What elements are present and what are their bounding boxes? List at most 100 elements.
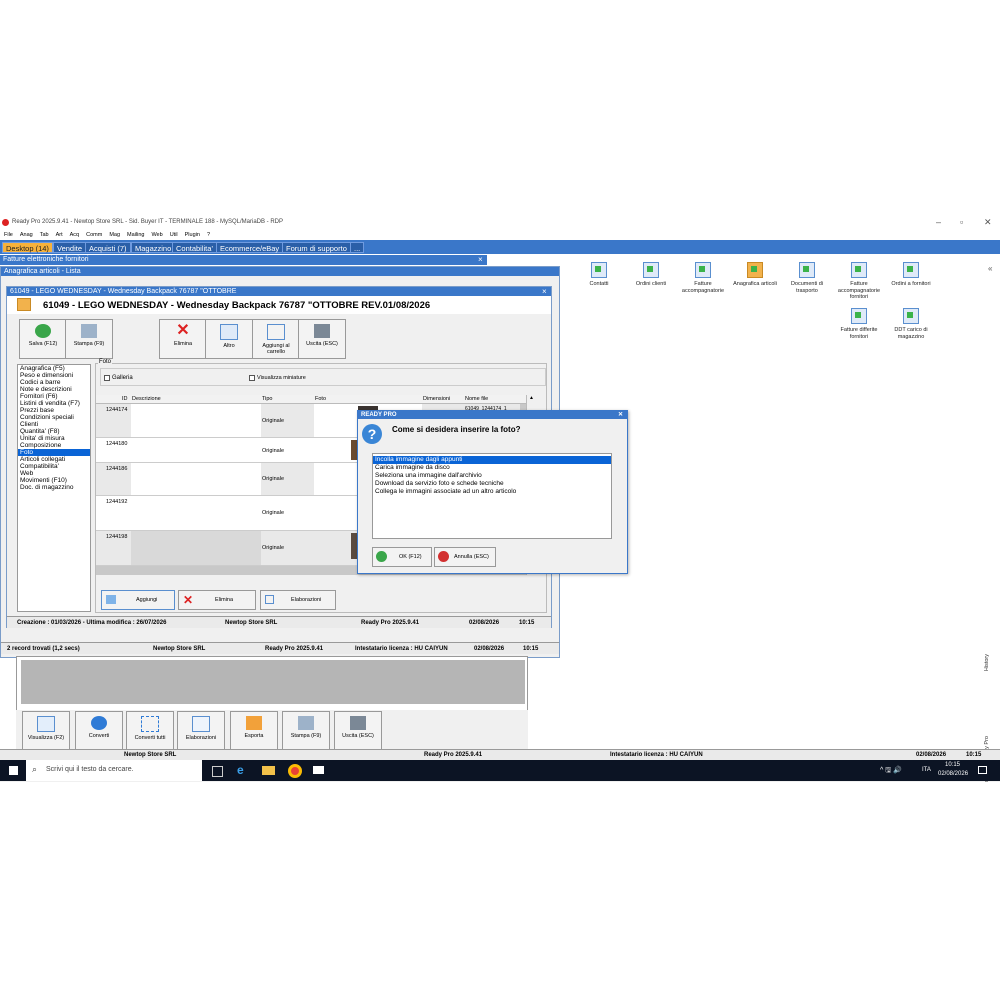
- desktop-icon-fatture-accompagnatorie[interactable]: Fatture accompagnatorie: [680, 262, 726, 294]
- chrome-icon[interactable]: [288, 764, 302, 778]
- windows-start-icon[interactable]: [9, 766, 18, 775]
- contacts-icon: [591, 262, 607, 278]
- desktop-icon-contatti[interactable]: Contatti: [576, 262, 622, 288]
- desktop-icon-documenti-trasporto[interactable]: Documenti di trasporto: [784, 262, 830, 294]
- tab-more[interactable]: ...: [350, 242, 365, 253]
- elimina-button[interactable]: ✕ Elimina: [159, 319, 207, 359]
- system-tray-icons[interactable]: ^ 🖫 🔊: [880, 766, 902, 777]
- nav-item-peso[interactable]: Peso e dimensioni: [18, 372, 90, 379]
- option-load-disk[interactable]: Carica immagine da disco: [373, 464, 611, 472]
- notifications-icon[interactable]: [978, 766, 987, 774]
- tab-contabilita[interactable]: Contabilita': [172, 242, 217, 253]
- task-view-icon[interactable]: [212, 766, 223, 777]
- menu-plugin[interactable]: Plugin: [185, 230, 200, 238]
- nav-item-doc-magazzino[interactable]: Doc. di magazzino: [18, 484, 90, 491]
- nav-item-foto[interactable]: Foto: [18, 449, 90, 456]
- tab-ecommerce[interactable]: Ecommerce/eBay: [216, 242, 284, 253]
- nav-item-quantita[interactable]: Quantita' (F8): [18, 428, 90, 435]
- nav-item-articoli-collegati[interactable]: Articoli collegati: [18, 456, 90, 463]
- desktop-icon-ordini-fornitori[interactable]: Ordini a fornitori: [888, 262, 934, 288]
- dialog-close-button[interactable]: ✕: [618, 411, 623, 419]
- printer-icon: [81, 324, 97, 338]
- delete-x-icon: ✕: [176, 322, 190, 339]
- option-link-other-article[interactable]: Collega le immagini associate ad un altr…: [373, 488, 611, 496]
- desktop-icon-anagrafica-articoli[interactable]: Anagrafica articoli: [732, 262, 778, 288]
- maximize-button[interactable]: ▫: [960, 217, 963, 227]
- taskbar-time[interactable]: 10:15: [945, 762, 960, 768]
- fatture-window-titlebar: Fatture elettroniche fornitori ×: [0, 255, 487, 265]
- nav-item-condizioni[interactable]: Condizioni speciali: [18, 414, 90, 421]
- cancel-icon: [438, 551, 449, 562]
- minimize-button[interactable]: –: [936, 217, 941, 227]
- menu-help[interactable]: ?: [207, 230, 210, 238]
- tab-vendite[interactable]: Vendite: [53, 242, 87, 253]
- miniature-checkbox[interactable]: [249, 375, 255, 381]
- mail-icon[interactable]: [313, 766, 324, 774]
- aggiungi-foto-button[interactable]: Aggiungi: [101, 590, 175, 610]
- menu-art[interactable]: Art: [56, 230, 63, 238]
- menu-tab[interactable]: Tab: [40, 230, 49, 238]
- nav-item-composizione[interactable]: Composizione: [18, 442, 90, 449]
- stampa-list-button[interactable]: Stampa (F9): [282, 711, 330, 751]
- tab-desktop[interactable]: Desktop (14): [2, 242, 53, 253]
- converti-button[interactable]: Converti: [75, 711, 123, 751]
- desktop-icon-ordini-clienti[interactable]: Ordini clienti: [628, 262, 674, 288]
- nav-item-clienti[interactable]: Clienti: [18, 421, 90, 428]
- nav-item-prezzi[interactable]: Prezzi base: [18, 407, 90, 414]
- converti-tutti-button[interactable]: Converti tutti: [126, 711, 174, 751]
- option-select-archive[interactable]: Seleziona una immagine dall'archivio: [373, 472, 611, 480]
- uscita-list-button[interactable]: Uscita (ESC): [334, 711, 382, 751]
- elaborazioni-button[interactable]: Elaborazioni: [177, 711, 225, 751]
- menu-mailing[interactable]: Mailing: [127, 230, 144, 238]
- close-button[interactable]: ✕: [984, 217, 992, 228]
- taskbar-search[interactable]: ⌕ Scrivi qui il testo da cercare.: [26, 760, 202, 781]
- galleria-checkbox[interactable]: [104, 375, 110, 381]
- esporta-button[interactable]: Esporta: [230, 711, 278, 751]
- desktop-icon-fatture-fornitori[interactable]: Fatture accompagnatorie fornitori: [836, 262, 882, 301]
- fatture-close-button[interactable]: ×: [478, 255, 483, 264]
- option-download-service[interactable]: Download da servizio foto e schede tecni…: [373, 480, 611, 488]
- stampa-button[interactable]: Stampa (F9): [65, 319, 113, 359]
- menu-mag[interactable]: Mag: [109, 230, 120, 238]
- menu-util[interactable]: Util: [170, 230, 178, 238]
- collapse-panel-button[interactable]: «: [988, 264, 992, 273]
- scroll-up-icon[interactable]: ▲: [529, 395, 534, 401]
- option-paste-clipboard[interactable]: Incolla immagine dagli appunti: [373, 456, 611, 464]
- edge-icon[interactable]: e: [237, 764, 250, 777]
- tab-forum[interactable]: Forum di supporto: [282, 242, 351, 253]
- menu-web[interactable]: Web: [151, 230, 162, 238]
- history-tab[interactable]: History: [984, 654, 994, 671]
- uscita-button[interactable]: Uscita (ESC): [298, 319, 346, 359]
- menu-file[interactable]: File: [4, 230, 13, 238]
- elaborazioni-foto-button[interactable]: Elaborazioni: [260, 590, 336, 610]
- tab-acquisti[interactable]: Acquisti (7): [85, 242, 131, 253]
- nav-item-fornitori[interactable]: Fornitori (F6): [18, 393, 90, 400]
- nav-item-codici[interactable]: Codici a barre: [18, 379, 90, 386]
- nav-item-compatibilita[interactable]: Compatibilita': [18, 463, 90, 470]
- desktop-icon-fatture-differite[interactable]: Fatture differite fornitori: [836, 308, 882, 340]
- tab-magazzino[interactable]: Magazzino: [131, 242, 176, 253]
- nav-item-web[interactable]: Web: [18, 470, 90, 477]
- nav-item-unita[interactable]: Unita' di misura: [18, 435, 90, 442]
- cancel-button[interactable]: Annulla (ESC): [434, 547, 496, 567]
- altro-button[interactable]: Altro: [205, 319, 253, 359]
- foto-group-label: Foto: [98, 359, 113, 365]
- aggiungi-carrello-button[interactable]: Aggiungi al carrello: [252, 319, 300, 359]
- ok-button[interactable]: OK (F12): [372, 547, 432, 567]
- visualizza-button[interactable]: Visualizza (F2): [22, 711, 70, 751]
- menu-comm[interactable]: Comm: [86, 230, 102, 238]
- menu-bar: File Anag Tab Art Acq Comm Mag Mailing Web Util Pl…: [0, 230, 1000, 240]
- nav-item-note[interactable]: Note e descrizioni: [18, 386, 90, 393]
- nav-item-movimenti[interactable]: Movimenti (F10): [18, 477, 90, 484]
- elimina-foto-button[interactable]: ✕ Elimina: [178, 590, 256, 610]
- file-explorer-icon[interactable]: [262, 766, 275, 775]
- taskbar-date[interactable]: 02/08/2026: [938, 771, 968, 777]
- menu-anag[interactable]: Anag: [20, 230, 33, 238]
- nav-item-anagrafica[interactable]: Anagrafica (F5): [18, 365, 90, 372]
- salva-button[interactable]: Salva (F12): [19, 319, 67, 359]
- nav-item-listini[interactable]: Listini di vendita (F7): [18, 400, 90, 407]
- article-close-button[interactable]: ×: [542, 287, 547, 296]
- desktop-icon-ddt-carico[interactable]: DDT carico di magazzino: [888, 308, 934, 340]
- language-indicator[interactable]: ITA: [922, 767, 931, 773]
- menu-acq[interactable]: Acq: [70, 230, 79, 238]
